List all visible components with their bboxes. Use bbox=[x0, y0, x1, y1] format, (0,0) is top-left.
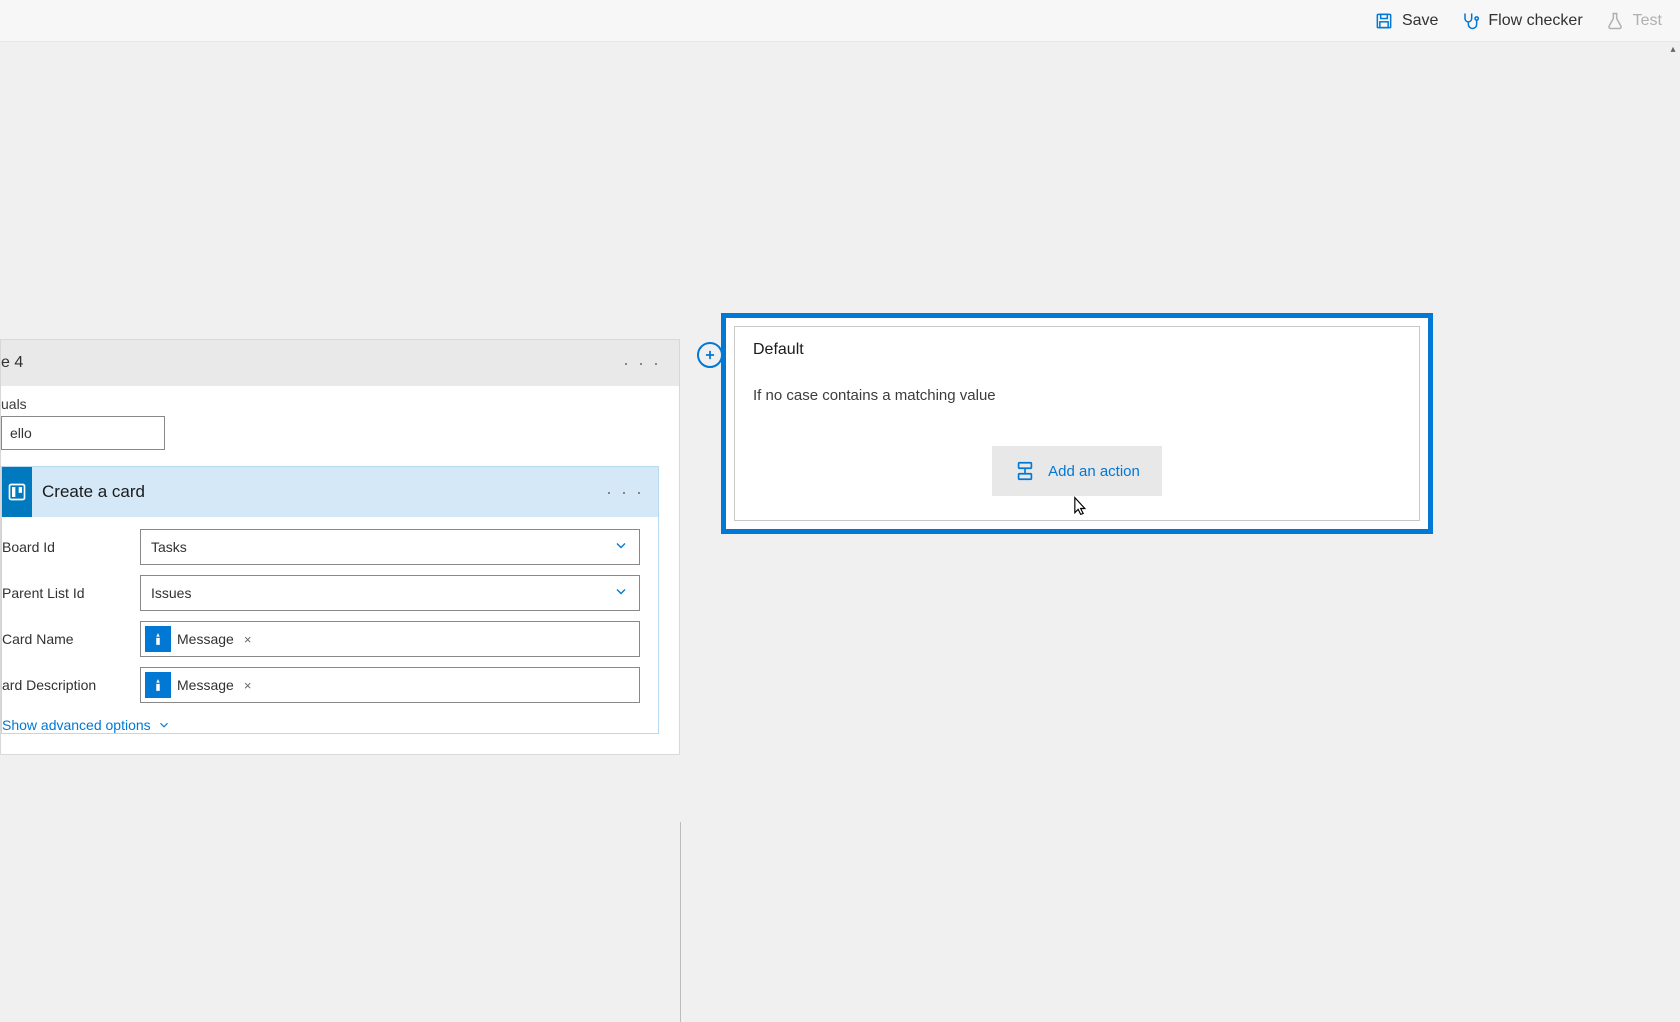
trello-icon bbox=[2, 467, 32, 517]
dynamic-token-message[interactable]: Message × bbox=[145, 626, 251, 652]
action-header[interactable]: Create a card · · · bbox=[2, 467, 658, 517]
card-name-input[interactable]: Message × bbox=[140, 621, 640, 657]
action-title: Create a card bbox=[42, 482, 145, 502]
card-name-row: Card Name Message × bbox=[2, 621, 640, 657]
scroll-up-arrow[interactable]: ▴ bbox=[1666, 42, 1680, 56]
case-header[interactable]: e 4 · · · bbox=[1, 340, 679, 386]
flow-canvas[interactable]: e 4 · · · uals ello Create a card bbox=[0, 42, 1666, 945]
dynamic-content-icon bbox=[145, 672, 171, 698]
save-icon bbox=[1374, 11, 1394, 31]
token-remove-button[interactable]: × bbox=[244, 678, 252, 693]
plus-icon bbox=[703, 348, 717, 362]
token-remove-button[interactable]: × bbox=[244, 632, 252, 647]
flask-icon bbox=[1605, 11, 1625, 31]
case-menu-button[interactable]: · · · bbox=[623, 353, 661, 374]
default-description: If no case contains a matching value bbox=[753, 387, 1401, 404]
branch-connector bbox=[680, 822, 681, 1022]
stethoscope-icon bbox=[1460, 11, 1480, 31]
save-label: Save bbox=[1402, 12, 1438, 30]
create-card-action: Create a card · · · Board Id Tasks bbox=[1, 466, 659, 734]
action-menu-button[interactable]: · · · bbox=[606, 482, 644, 503]
card-description-input[interactable]: Message × bbox=[140, 667, 640, 703]
parent-list-id-value: Issues bbox=[151, 585, 191, 601]
case-title: e 4 bbox=[1, 354, 23, 372]
chevron-down-icon bbox=[613, 584, 629, 603]
token-label: Message bbox=[177, 677, 234, 693]
card-name-label: Card Name bbox=[2, 631, 140, 647]
test-button[interactable]: Test bbox=[1605, 11, 1662, 31]
equals-label: uals bbox=[1, 396, 27, 412]
flow-checker-button[interactable]: Flow checker bbox=[1460, 11, 1582, 31]
test-label: Test bbox=[1633, 12, 1662, 30]
save-button[interactable]: Save bbox=[1374, 11, 1438, 31]
token-label: Message bbox=[177, 631, 234, 647]
card-description-row: ard Description Message × bbox=[2, 667, 640, 703]
vertical-scrollbar[interactable]: ▴ bbox=[1666, 42, 1680, 945]
board-id-select[interactable]: Tasks bbox=[140, 529, 640, 565]
chevron-down-icon bbox=[157, 718, 171, 732]
add-case-button[interactable] bbox=[697, 342, 723, 368]
case-card: e 4 · · · uals ello Create a card bbox=[0, 339, 680, 755]
board-id-value: Tasks bbox=[151, 539, 187, 555]
equals-input[interactable]: ello bbox=[1, 416, 165, 450]
card-description-label: ard Description bbox=[2, 677, 140, 693]
dynamic-content-icon bbox=[145, 626, 171, 652]
board-id-label: Board Id bbox=[2, 539, 140, 555]
parent-list-id-select[interactable]: Issues bbox=[140, 575, 640, 611]
parent-list-id-row: Parent List Id Issues bbox=[2, 575, 640, 611]
equals-value: ello bbox=[10, 425, 32, 441]
add-action-label: Add an action bbox=[1048, 463, 1140, 480]
advanced-link-label: Show advanced options bbox=[2, 717, 151, 733]
case-condition: uals ello bbox=[1, 396, 679, 450]
case-body: uals ello Create a card · · · bbox=[1, 386, 679, 754]
top-toolbar: Save Flow checker Test bbox=[0, 0, 1680, 42]
default-inner: Default If no case contains a matching v… bbox=[734, 326, 1420, 521]
dynamic-token-message[interactable]: Message × bbox=[145, 672, 251, 698]
default-title: Default bbox=[753, 341, 1401, 359]
parent-list-id-label: Parent List Id bbox=[2, 585, 140, 601]
default-branch-card[interactable]: Default If no case contains a matching v… bbox=[721, 313, 1433, 534]
show-advanced-options-link[interactable]: Show advanced options bbox=[2, 717, 640, 733]
chevron-down-icon bbox=[613, 538, 629, 557]
add-action-icon bbox=[1014, 460, 1036, 482]
add-action-button[interactable]: Add an action bbox=[992, 446, 1162, 496]
board-id-row: Board Id Tasks bbox=[2, 529, 640, 565]
flow-checker-label: Flow checker bbox=[1488, 12, 1582, 30]
action-form: Board Id Tasks Parent List Id Issues bbox=[2, 517, 658, 733]
